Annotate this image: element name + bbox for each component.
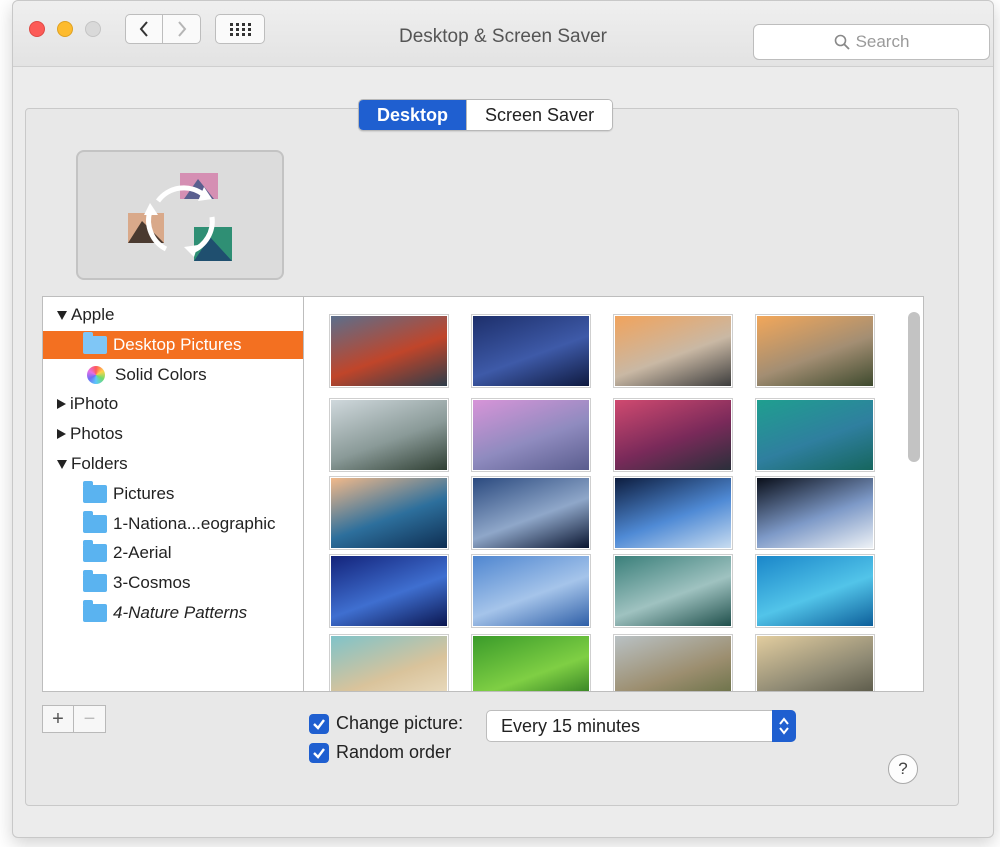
wallpaper-thumbnail-clouds-moon[interactable] [472, 555, 590, 627]
tab-desktop[interactable]: Desktop [359, 100, 467, 130]
change-picture-label: Change picture: [336, 713, 464, 733]
wallpaper-thumbnail-beach[interactable] [330, 635, 448, 691]
source-label: 1-Nationa...eographic [113, 514, 276, 533]
source-group-photos[interactable]: Photos [43, 420, 303, 448]
search-placeholder: Search [855, 32, 910, 51]
source-item-solid-colors[interactable]: Solid Colors [43, 361, 303, 389]
source-group-iphoto[interactable]: iPhoto [43, 390, 303, 418]
disclosure-triangle-icon[interactable] [57, 459, 67, 469]
source-item-pictures[interactable]: Pictures [43, 480, 303, 508]
wallpaper-thumbnail-mavericks[interactable] [330, 477, 448, 549]
wallpaper-thumbnail-yosemite-pink[interactable] [472, 399, 590, 471]
source-item-cosmos[interactable]: 3-Cosmos [43, 569, 303, 597]
disclosure-triangle-icon[interactable] [57, 429, 66, 439]
source-label: 3-Cosmos [113, 573, 191, 592]
popup-arrows-icon[interactable] [772, 710, 796, 742]
source-label: Photos [70, 424, 123, 443]
search-field[interactable]: Search [753, 24, 990, 60]
wallpaper-thumbnail-green-fields[interactable] [472, 635, 590, 691]
current-wallpaper-preview [76, 150, 284, 280]
wallpaper-thumbnail-lake-sunset[interactable] [614, 399, 732, 471]
source-group-folders[interactable]: Folders [43, 450, 303, 478]
wallpaper-thumbnail-yosemite-fog[interactable] [330, 399, 448, 471]
checkmark-icon [309, 713, 329, 734]
disclosure-triangle-icon[interactable] [57, 310, 67, 320]
folder-icon [83, 570, 107, 592]
source-item-nature-patterns[interactable]: 4-Nature Patterns [43, 599, 303, 627]
random-order-label: Random order [336, 742, 452, 762]
random-order-checkbox[interactable]: Random order [309, 742, 451, 763]
folder-icon [83, 540, 107, 562]
source-label: Solid Colors [115, 365, 207, 384]
folder-icon [83, 481, 107, 503]
color-wheel-icon [87, 366, 105, 384]
interval-value: Every 15 minutes [501, 715, 641, 736]
wallpaper-thumbnail-mavericks-wave[interactable] [756, 399, 874, 471]
add-remove-buttons: + − [42, 705, 106, 733]
source-label: Pictures [113, 484, 175, 503]
source-group-apple[interactable]: Apple [43, 301, 303, 329]
change-picture-checkbox[interactable]: Change picture: [309, 713, 463, 734]
wallpaper-thumbnail-misty-forest[interactable] [614, 635, 732, 691]
wallpaper-thumbnail-el-capitan[interactable] [330, 315, 448, 387]
source-item-national-geographic[interactable]: 1-Nationa...eographic [43, 510, 303, 538]
search-icon [834, 34, 850, 50]
tab-switcher: Desktop Screen Saver [358, 99, 614, 131]
source-label: Folders [71, 454, 128, 473]
wallpaper-thumbnail-half-dome-sunset[interactable] [614, 315, 732, 387]
tab-screen-saver[interactable]: Screen Saver [466, 100, 613, 130]
remove-folder-button[interactable]: − [74, 705, 106, 733]
source-label: 4-Nature Patterns [113, 603, 248, 622]
source-list: Apple Desktop Pictures Solid Colors iPho… [42, 296, 304, 692]
wallpaper-thumbnail-teal-clouds[interactable] [614, 555, 732, 627]
wallpaper-grid [304, 296, 924, 692]
add-folder-button[interactable]: + [42, 705, 74, 733]
interval-popup[interactable]: Every 15 minutes [486, 710, 796, 742]
wallpaper-thumbnail-galaxy[interactable] [472, 477, 590, 549]
wallpaper-thumbnail-ocean-ripples[interactable] [756, 555, 874, 627]
rotating-pictures-icon [128, 173, 232, 261]
wallpaper-thumbnail-blue-nebula[interactable] [330, 555, 448, 627]
source-label: 2-Aerial [113, 543, 172, 562]
wallpaper-thumbnail-yosemite-night[interactable] [472, 315, 590, 387]
grid-scrollbar[interactable] [908, 312, 920, 462]
folder-icon [83, 600, 107, 622]
folder-icon [83, 511, 107, 533]
wallpaper-thumbnail-sand-dunes[interactable] [756, 635, 874, 691]
wallpaper-thumbnail-el-capitan-dusk[interactable] [756, 315, 874, 387]
wallpaper-thumbnail-earth-horizon[interactable] [614, 477, 732, 549]
source-label: iPhoto [70, 394, 119, 413]
source-label: Apple [71, 305, 115, 324]
title-bar: Desktop & Screen Saver Search [13, 1, 993, 67]
source-item-desktop-pictures[interactable]: Desktop Pictures [43, 331, 303, 359]
wallpaper-thumbnail-earth-orbit[interactable] [756, 477, 874, 549]
help-button[interactable]: ? [888, 754, 918, 784]
folder-icon [83, 332, 107, 354]
disclosure-triangle-icon[interactable] [57, 399, 66, 409]
source-item-aerial[interactable]: 2-Aerial [43, 539, 303, 567]
checkmark-icon [309, 742, 329, 763]
source-label: Desktop Pictures [113, 335, 242, 354]
